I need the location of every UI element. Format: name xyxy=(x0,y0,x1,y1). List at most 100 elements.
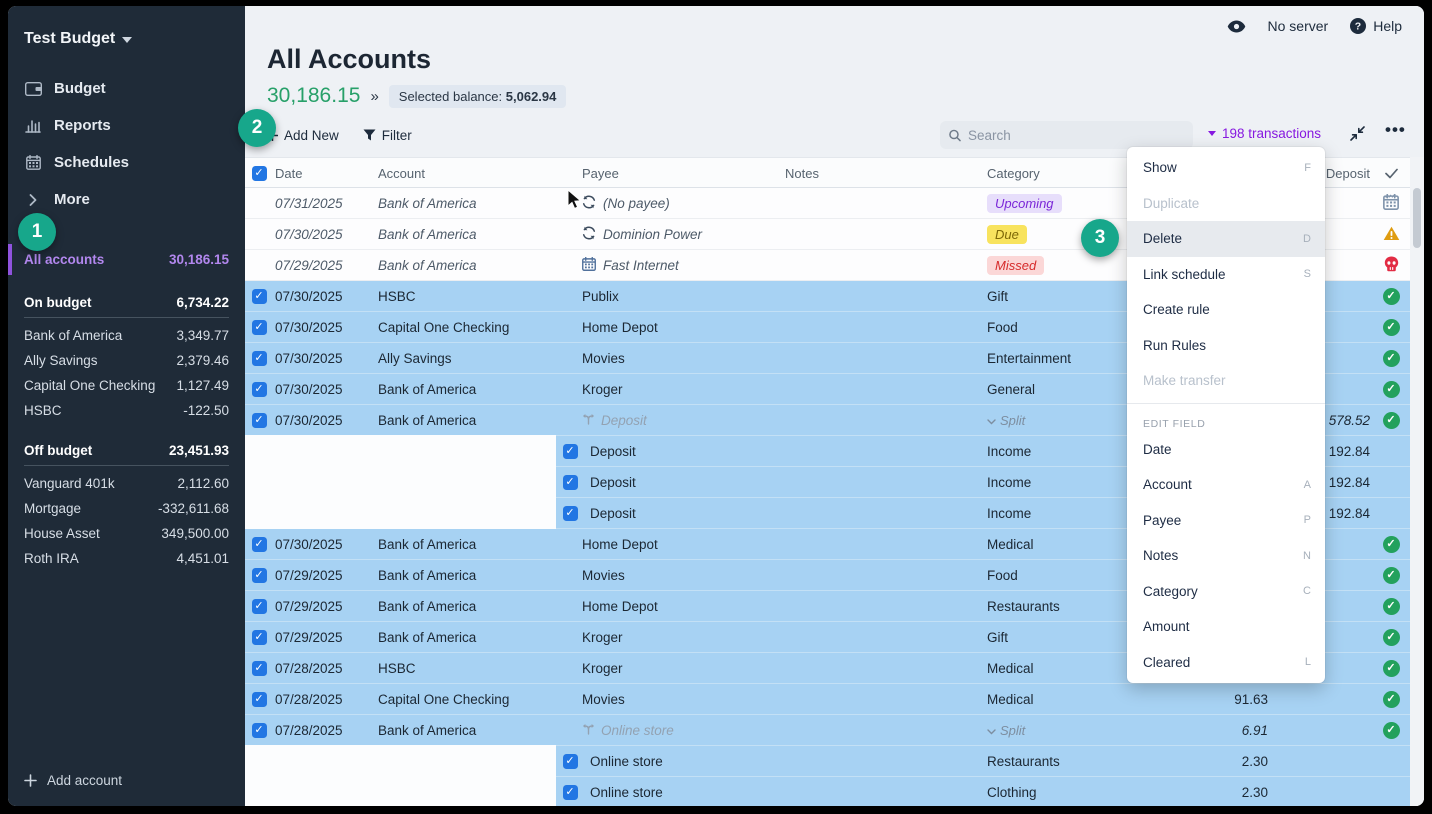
payee-cell[interactable]: Deposit xyxy=(590,467,782,498)
payee-cell[interactable]: Deposit xyxy=(590,436,782,467)
payee-cell[interactable]: Movies xyxy=(582,560,782,591)
sidebar-item-more[interactable]: More xyxy=(8,181,245,218)
deposit-cell[interactable] xyxy=(1270,715,1370,746)
row-checkbox[interactable]: ✓ xyxy=(252,723,267,738)
split-child-row[interactable]: ✓Online storeClothing2.30 xyxy=(245,777,1410,806)
sidebar-account-vanguard-401k[interactable]: Vanguard 401k2,112.60 xyxy=(24,471,229,496)
sidebar-account-ally-savings[interactable]: Ally Savings2,379.46 xyxy=(24,348,229,373)
date-cell[interactable]: 07/28/2025 xyxy=(275,684,375,715)
category-cell[interactable]: Medical xyxy=(987,529,1137,560)
payee-cell[interactable]: Movies xyxy=(582,343,782,374)
sidebar-item-schedules[interactable]: Schedules xyxy=(8,144,245,181)
menu-item-show[interactable]: ShowF xyxy=(1127,150,1325,186)
payee-cell[interactable]: Home Depot xyxy=(582,312,782,343)
row-checkbox[interactable]: ✓ xyxy=(563,785,578,800)
row-checkbox[interactable]: ✓ xyxy=(252,413,267,428)
transaction-row[interactable]: ✓07/28/2025Capital One CheckingMoviesMed… xyxy=(245,684,1410,715)
account-group-header[interactable]: On budget6,734.22 xyxy=(24,289,229,318)
column-header-notes[interactable]: Notes xyxy=(785,158,983,189)
menu-item-cleared[interactable]: ClearedL xyxy=(1127,645,1325,681)
payee-cell[interactable]: Publix xyxy=(582,281,782,312)
menu-item-link-schedule[interactable]: Link scheduleS xyxy=(1127,257,1325,293)
category-cell[interactable]: Upcoming xyxy=(987,188,1137,219)
category-cell[interactable]: Income xyxy=(987,467,1137,498)
row-checkbox[interactable]: ✓ xyxy=(252,599,267,614)
category-cell[interactable]: Medical xyxy=(987,653,1137,684)
cleared-check-icon[interactable]: ✓ xyxy=(1383,691,1400,708)
sidebar-account-roth-ira[interactable]: Roth IRA4,451.01 xyxy=(24,546,229,571)
transactions-count-dropdown[interactable]: 198 transactions xyxy=(1208,126,1321,141)
notes-cell[interactable] xyxy=(785,188,983,219)
account-cell[interactable]: Bank of America xyxy=(378,591,578,622)
date-cell[interactable]: 07/29/2025 xyxy=(275,622,375,653)
category-cell[interactable]: Income xyxy=(987,436,1137,467)
sidebar-item-reports[interactable]: Reports xyxy=(8,107,245,144)
menu-item-run-rules[interactable]: Run Rules xyxy=(1127,328,1325,364)
row-checkbox[interactable]: ✓ xyxy=(252,692,267,707)
account-balance[interactable]: 30,186.15 xyxy=(267,84,360,108)
column-header-cleared[interactable] xyxy=(1372,158,1410,189)
cleared-check-icon[interactable]: ✓ xyxy=(1383,381,1400,398)
search-input[interactable] xyxy=(968,128,1184,143)
payee-cell[interactable]: Deposit xyxy=(582,405,782,436)
cleared-check-icon[interactable]: ✓ xyxy=(1383,629,1400,646)
account-cell[interactable]: Bank of America xyxy=(378,560,578,591)
notes-cell[interactable] xyxy=(785,343,983,374)
payee-cell[interactable]: Kroger xyxy=(582,622,782,653)
category-cell[interactable]: Entertainment xyxy=(987,343,1137,374)
notes-cell[interactable] xyxy=(785,560,983,591)
payment-cell[interactable]: 91.63 xyxy=(1140,684,1268,715)
payee-cell[interactable]: Kroger xyxy=(582,653,782,684)
account-cell[interactable]: Capital One Checking xyxy=(378,684,578,715)
privacy-toggle[interactable] xyxy=(1227,20,1246,33)
notes-cell[interactable] xyxy=(785,281,983,312)
sidebar-item-budget[interactable]: Budget xyxy=(8,70,245,107)
category-cell[interactable]: Split xyxy=(987,405,1137,436)
category-cell[interactable]: General xyxy=(987,374,1137,405)
menu-item-category[interactable]: CategoryC xyxy=(1127,574,1325,610)
category-cell[interactable]: Restaurants xyxy=(987,591,1137,622)
payee-cell[interactable]: Movies xyxy=(582,684,782,715)
payee-cell[interactable]: Online store xyxy=(590,746,782,777)
sidebar-account-capital-one-checking[interactable]: Capital One Checking1,127.49 xyxy=(24,373,229,398)
help-button[interactable]: ? Help xyxy=(1350,18,1402,34)
category-cell[interactable]: Split xyxy=(987,715,1137,746)
more-options-button[interactable]: ••• xyxy=(1385,120,1406,140)
account-cell[interactable]: HSBC xyxy=(378,653,578,684)
deposit-cell[interactable] xyxy=(1270,746,1370,777)
account-cell[interactable]: Bank of America xyxy=(378,250,578,281)
cleared-check-icon[interactable]: ✓ xyxy=(1383,536,1400,553)
date-cell[interactable]: 07/30/2025 xyxy=(275,405,375,436)
split-category[interactable]: Split xyxy=(987,723,1025,738)
column-header-date[interactable]: Date xyxy=(275,158,375,189)
double-chevron-icon[interactable]: » xyxy=(370,88,378,105)
deposit-cell[interactable] xyxy=(1270,684,1370,715)
date-cell[interactable]: 07/28/2025 xyxy=(275,715,375,746)
transaction-row[interactable]: ✓07/28/2025Bank of AmericaOnline storeSp… xyxy=(245,715,1410,746)
row-checkbox[interactable]: ✓ xyxy=(252,630,267,645)
menu-item-date[interactable]: Date xyxy=(1127,432,1325,468)
cleared-check-icon[interactable]: ✓ xyxy=(1383,319,1400,336)
row-checkbox[interactable]: ✓ xyxy=(252,568,267,583)
notes-cell[interactable] xyxy=(785,653,983,684)
menu-item-payee[interactable]: PayeeP xyxy=(1127,503,1325,539)
payment-cell[interactable]: 2.30 xyxy=(1140,777,1268,806)
column-header-category[interactable]: Category xyxy=(987,158,1137,189)
date-cell[interactable]: 07/30/2025 xyxy=(275,374,375,405)
payee-cell[interactable]: (No payee) xyxy=(582,188,782,219)
notes-cell[interactable] xyxy=(785,219,983,250)
cleared-check-icon[interactable]: ✓ xyxy=(1383,722,1400,739)
notes-cell[interactable] xyxy=(785,250,983,281)
payee-cell[interactable]: Fast Internet xyxy=(582,250,782,281)
payee-cell[interactable]: Online store xyxy=(590,777,782,806)
row-checkbox[interactable]: ✓ xyxy=(563,475,578,490)
cleared-check-icon[interactable]: ✓ xyxy=(1383,350,1400,367)
menu-item-account[interactable]: AccountA xyxy=(1127,467,1325,503)
date-cell[interactable]: 07/30/2025 xyxy=(275,281,375,312)
notes-cell[interactable] xyxy=(785,405,983,436)
payee-cell[interactable]: Home Depot xyxy=(582,529,782,560)
vertical-scrollbar[interactable] xyxy=(1413,188,1421,248)
notes-cell[interactable] xyxy=(785,684,983,715)
row-checkbox[interactable]: ✓ xyxy=(252,537,267,552)
cleared-check-icon[interactable]: ✓ xyxy=(1383,412,1400,429)
